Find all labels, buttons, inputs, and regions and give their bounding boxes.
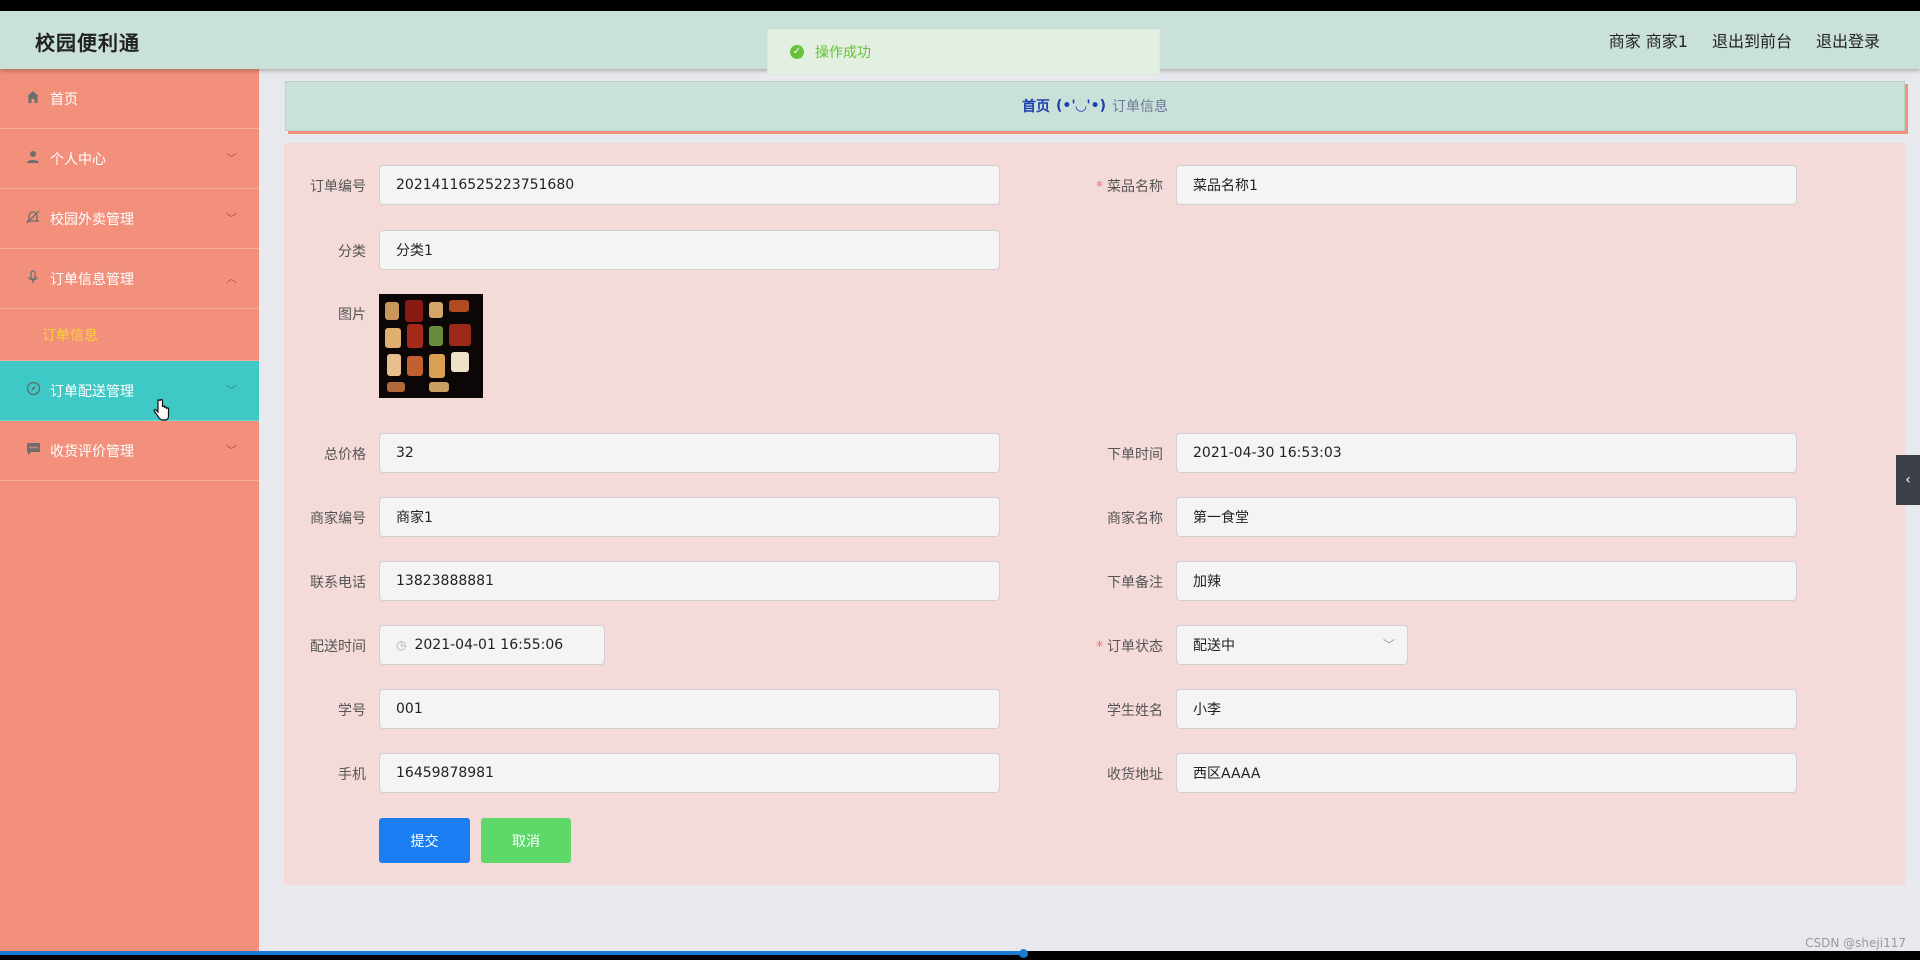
total-price-field[interactable]: 32 (379, 433, 1000, 473)
student-name-label: 学生姓名 (1107, 703, 1163, 719)
mobile-label: 手机 (338, 767, 366, 783)
logout-link[interactable]: 退出登录 (1816, 28, 1880, 52)
address-field[interactable]: 西区AAAA (1176, 753, 1797, 793)
chevron-down-icon: ﹀ (226, 444, 237, 457)
user-icon (24, 150, 42, 168)
sidebar-subitem-order-info[interactable]: 订单信息 (0, 309, 259, 361)
header-actions: 商家 商家1 退出到前台 退出登录 (1609, 28, 1880, 52)
watermark: CSDN @sheji117 (1805, 936, 1906, 950)
address-label: 收货地址 (1107, 767, 1163, 783)
toast-message: 操作成功 (815, 45, 871, 61)
order-status-value: 配送中 (1193, 638, 1235, 654)
breadcrumb-separator: (•'◡'•) (1055, 98, 1107, 114)
chevron-down-icon: ﹀ (226, 212, 237, 225)
progress-line (0, 951, 1025, 955)
mouse-pointer-icon (152, 398, 170, 426)
sidebar-item-label: 订单配送管理 (50, 383, 134, 400)
order-no-label: 订单编号 (310, 179, 366, 195)
phone-field[interactable]: 13823888881 (379, 561, 1000, 601)
breadcrumb-home[interactable]: 首页 (1022, 96, 1050, 116)
chevron-down-icon: ﹀ (1382, 638, 1395, 652)
submit-button[interactable]: 提交 (379, 818, 470, 863)
image-label: 图片 (338, 307, 366, 323)
mobile-field[interactable]: 16459878981 (379, 753, 1000, 793)
sidebar-item-label: 订单信息管理 (50, 271, 134, 288)
chevron-down-icon: ﹀ (226, 384, 237, 397)
sidebar-item-label: 收货评价管理 (50, 443, 134, 460)
student-name-field[interactable]: 小李 (1176, 689, 1797, 729)
dish-name-field[interactable]: 菜品名称1 (1176, 165, 1797, 205)
chat-icon (24, 442, 42, 460)
compass-icon (24, 381, 42, 400)
chevron-up-icon: ︿ (226, 272, 237, 285)
dish-image[interactable] (379, 294, 483, 398)
order-time-label: 下单时间 (1107, 447, 1163, 463)
sidebar-item-home[interactable]: 首页 (0, 69, 259, 129)
current-user-label: 商家 商家1 (1608, 32, 1688, 51)
progress-dot (1019, 949, 1028, 958)
student-no-label: 学号 (338, 703, 366, 719)
category-field[interactable]: 分类1 (379, 230, 1000, 270)
order-status-label: * 订单状态 (1096, 639, 1163, 655)
clock-icon: ◷ (396, 638, 407, 652)
success-toast: ✓ 操作成功 (767, 29, 1160, 75)
chevron-left-icon: ‹ (1905, 472, 1911, 488)
student-no-field[interactable]: 001 (379, 689, 1000, 729)
top-black-band (0, 0, 1920, 11)
microphone-icon (24, 269, 42, 288)
sidebar-item-reviews[interactable]: 收货评价管理 ﹀ (0, 421, 259, 481)
merchant-no-field[interactable]: 商家1 (379, 497, 1000, 537)
order-form: 订单编号 20214116525223751680 * 菜品名称 菜品名称1 分类… (284, 143, 1905, 885)
order-no-field[interactable]: 20214116525223751680 (379, 165, 1000, 205)
sidebar-item-label: 校园外卖管理 (50, 211, 134, 228)
check-circle-icon: ✓ (790, 45, 804, 59)
bell-off-icon (24, 210, 42, 228)
order-time-field[interactable]: 2021-04-30 16:53:03 (1176, 433, 1797, 473)
dish-name-label: * 菜品名称 (1096, 179, 1163, 195)
brand-title: 校园便利通 (35, 31, 140, 55)
delivery-time-value: 2021-04-01 16:55:06 (414, 637, 564, 653)
sidebar-item-label: 个人中心 (50, 151, 106, 168)
phone-label: 联系电话 (310, 575, 366, 591)
home-icon (24, 90, 42, 108)
order-note-field[interactable]: 加辣 (1176, 561, 1797, 601)
chevron-down-icon: ﹀ (226, 152, 237, 165)
total-price-label: 总价格 (324, 447, 366, 463)
category-label: 分类 (338, 244, 366, 260)
sidebar-item-delivery[interactable]: 订单配送管理 ﹀ (0, 361, 259, 421)
merchant-name-field[interactable]: 第一食堂 (1176, 497, 1797, 537)
app-screen: 校园便利通 商家 商家1 退出到前台 退出登录 ✓ 操作成功 首页 个人中心 ﹀ (0, 11, 1920, 951)
order-status-select[interactable]: 配送中 ﹀ (1176, 625, 1408, 665)
sidebar-item-order-info[interactable]: 订单信息管理 ︿ (0, 249, 259, 309)
sidebar-item-label: 首页 (50, 91, 78, 108)
sidebar-item-personal-center[interactable]: 个人中心 ﹀ (0, 129, 259, 189)
exit-front-link[interactable]: 退出到前台 (1712, 28, 1792, 52)
delivery-time-label: 配送时间 (310, 639, 366, 655)
sidebar-item-takeout[interactable]: 校园外卖管理 ﹀ (0, 189, 259, 249)
sidebar: 首页 个人中心 ﹀ 校园外卖管理 ﹀ 订单信息管理 ︿ 订单信息 订单配送管理 … (0, 69, 259, 951)
merchant-name-label: 商家名称 (1107, 511, 1163, 527)
breadcrumb: 首页 (•'◡'•) 订单信息 (285, 81, 1905, 131)
cancel-button[interactable]: 取消 (481, 818, 571, 863)
delivery-time-picker[interactable]: ◷ 2021-04-01 16:55:06 (379, 625, 605, 665)
breadcrumb-current: 订单信息 (1112, 99, 1169, 115)
collapse-panel-tab[interactable]: ‹ (1896, 455, 1920, 505)
merchant-no-label: 商家编号 (310, 511, 366, 527)
order-note-label: 下单备注 (1107, 575, 1163, 591)
